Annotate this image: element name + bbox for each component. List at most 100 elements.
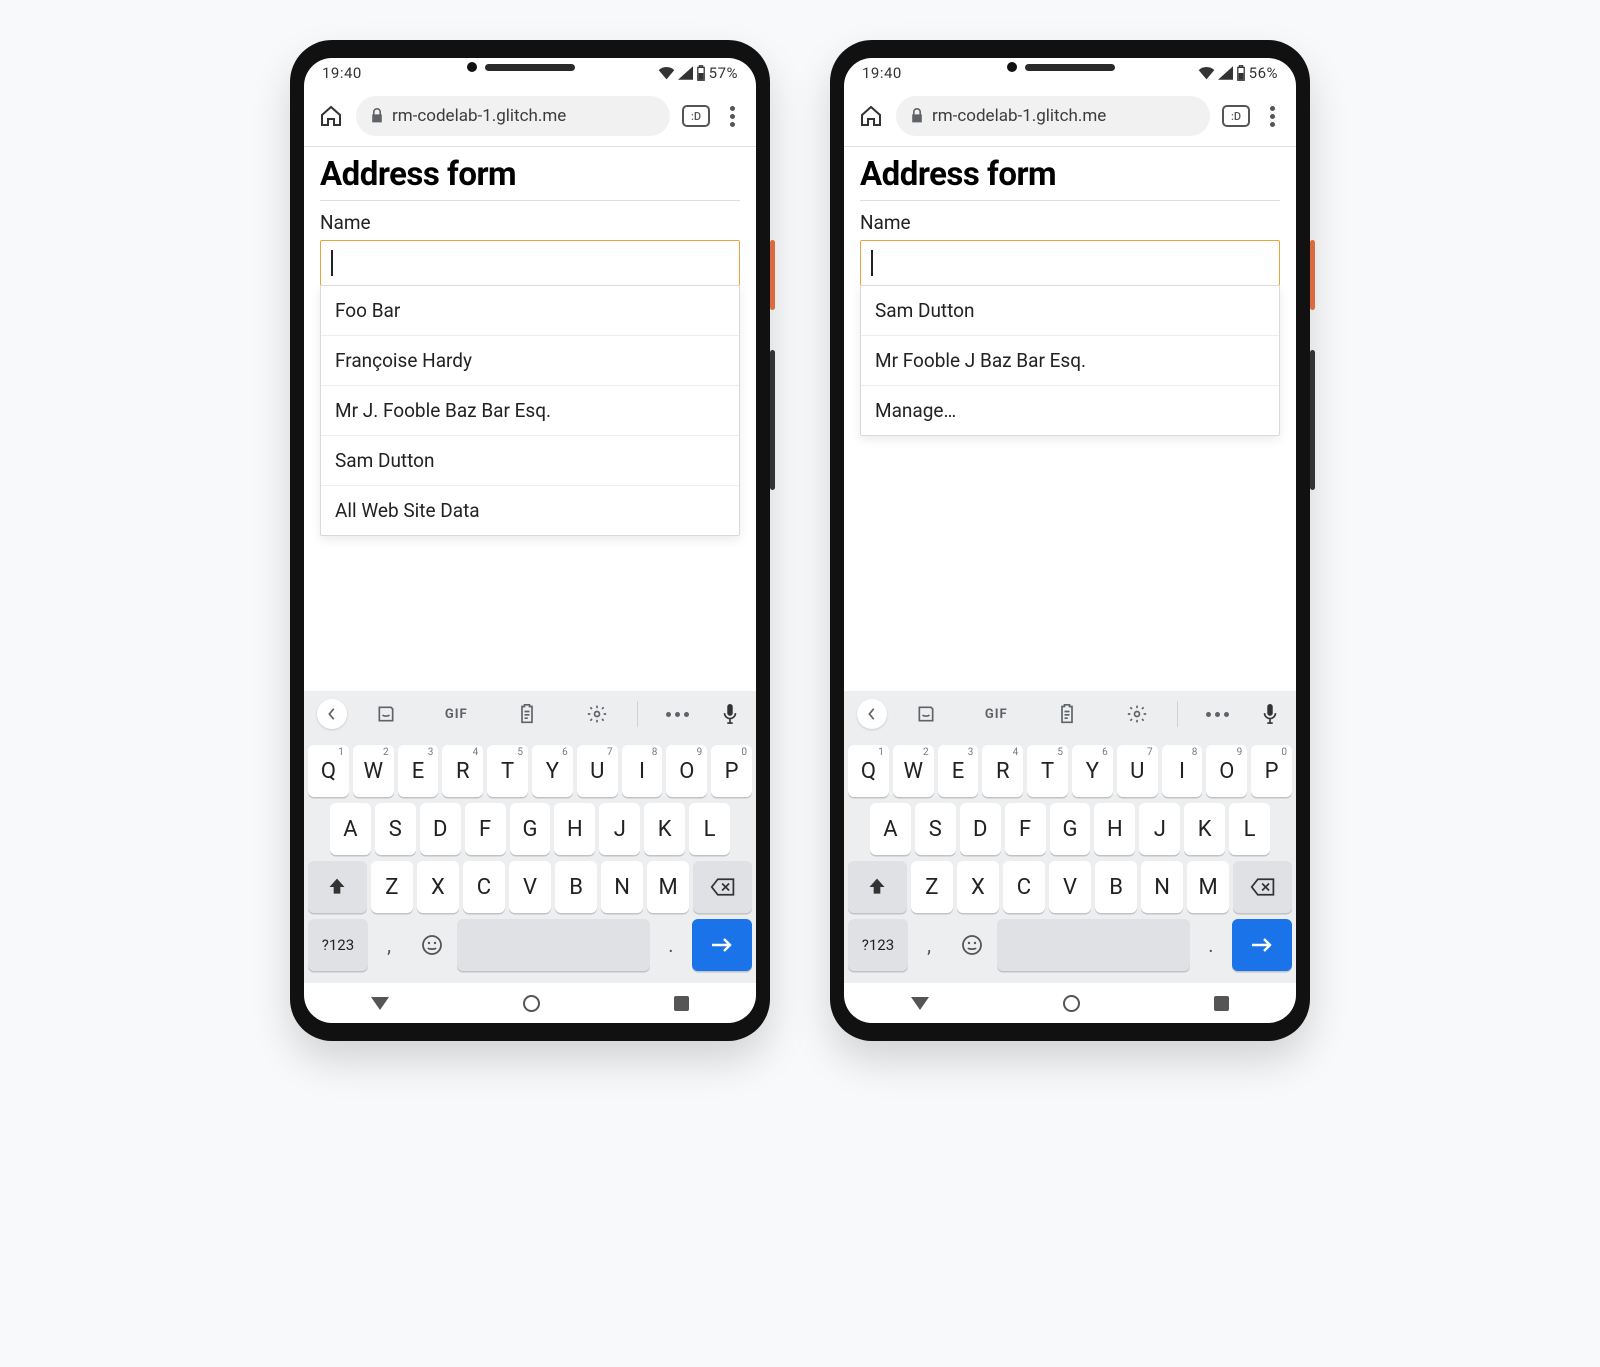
kb-emoji-key[interactable] [410, 919, 453, 971]
home-button[interactable] [318, 103, 344, 129]
autofill-manage[interactable]: Manage… [861, 386, 1279, 435]
kb-clipboard-button[interactable] [492, 704, 560, 724]
nav-recent-button[interactable] [1214, 996, 1229, 1011]
kb-comma-key[interactable]: , [912, 919, 946, 971]
kb-more-button[interactable] [644, 712, 712, 717]
kb-key-h[interactable]: H [1094, 803, 1135, 855]
kb-period-key[interactable]: . [654, 919, 688, 971]
kb-key-e[interactable]: E3 [398, 745, 439, 797]
kb-key-c[interactable]: C [463, 861, 505, 913]
kb-key-b[interactable]: B [1095, 861, 1137, 913]
nav-home-button[interactable] [523, 995, 540, 1012]
nav-recent-button[interactable] [674, 996, 689, 1011]
kb-key-f[interactable]: F [465, 803, 506, 855]
kb-space-key[interactable] [457, 919, 650, 971]
kb-key-p[interactable]: P0 [711, 745, 752, 797]
kb-key-l[interactable]: L [1229, 803, 1270, 855]
kb-shift-key[interactable] [848, 861, 907, 913]
kb-key-l[interactable]: L [689, 803, 730, 855]
kb-gif-button[interactable]: GIF [422, 707, 490, 722]
kb-key-p[interactable]: P0 [1251, 745, 1292, 797]
kb-key-g[interactable]: G [510, 803, 551, 855]
nav-back-button[interactable] [911, 997, 929, 1010]
kb-key-x[interactable]: X [957, 861, 999, 913]
menu-button[interactable] [1262, 106, 1282, 127]
kb-comma-key[interactable]: , [372, 919, 406, 971]
kb-sticker-button[interactable] [352, 704, 420, 724]
kb-key-r[interactable]: R4 [982, 745, 1023, 797]
power-button[interactable] [770, 240, 775, 310]
kb-key-e[interactable]: E3 [938, 745, 979, 797]
kb-more-button[interactable] [1184, 712, 1252, 717]
kb-key-h[interactable]: H [554, 803, 595, 855]
kb-key-d[interactable]: D [420, 803, 461, 855]
kb-space-key[interactable] [997, 919, 1190, 971]
kb-key-u[interactable]: U7 [577, 745, 618, 797]
autofill-suggestion[interactable]: Mr Fooble J Baz Bar Esq. [861, 336, 1279, 386]
kb-key-m[interactable]: M [1187, 861, 1229, 913]
kb-key-c[interactable]: C [1003, 861, 1045, 913]
autofill-suggestion[interactable]: Françoise Hardy [321, 336, 739, 386]
autofill-suggestion[interactable]: Foo Bar [321, 286, 739, 336]
kb-key-m[interactable]: M [647, 861, 689, 913]
kb-key-t[interactable]: T5 [1027, 745, 1068, 797]
kb-key-b[interactable]: B [555, 861, 597, 913]
kb-sticker-button[interactable] [892, 704, 960, 724]
autofill-suggestion[interactable]: Mr J. Fooble Baz Bar Esq. [321, 386, 739, 436]
kb-symbols-key[interactable]: ?123 [848, 919, 908, 971]
kb-mic-button[interactable] [1254, 704, 1286, 724]
kb-key-o[interactable]: O9 [666, 745, 707, 797]
kb-key-v[interactable]: V [509, 861, 551, 913]
name-input[interactable] [320, 240, 740, 286]
kb-settings-button[interactable] [1103, 704, 1171, 724]
kb-key-d[interactable]: D [960, 803, 1001, 855]
nav-back-button[interactable] [371, 997, 389, 1010]
kb-key-z[interactable]: Z [911, 861, 953, 913]
kb-enter-key[interactable] [1232, 919, 1292, 971]
autofill-suggestion[interactable]: All Web Site Data [321, 486, 739, 535]
url-bar[interactable]: rm-codelab-1.glitch.me [356, 96, 670, 136]
kb-collapse-button[interactable] [314, 699, 350, 729]
kb-key-a[interactable]: A [330, 803, 371, 855]
kb-key-w[interactable]: W2 [893, 745, 934, 797]
kb-symbols-key[interactable]: ?123 [308, 919, 368, 971]
kb-emoji-key[interactable] [950, 919, 993, 971]
kb-key-o[interactable]: O9 [1206, 745, 1247, 797]
kb-key-t[interactable]: T5 [487, 745, 528, 797]
kb-key-s[interactable]: S [375, 803, 416, 855]
kb-key-f[interactable]: F [1005, 803, 1046, 855]
kb-key-i[interactable]: I8 [1162, 745, 1203, 797]
kb-shift-key[interactable] [308, 861, 367, 913]
kb-key-n[interactable]: N [601, 861, 643, 913]
volume-button[interactable] [770, 350, 775, 490]
kb-key-q[interactable]: Q1 [308, 745, 349, 797]
kb-key-w[interactable]: W2 [353, 745, 394, 797]
url-bar[interactable]: rm-codelab-1.glitch.me [896, 96, 1210, 136]
kb-enter-key[interactable] [692, 919, 752, 971]
kb-key-a[interactable]: A [870, 803, 911, 855]
kb-mic-button[interactable] [714, 704, 746, 724]
kb-collapse-button[interactable] [854, 699, 890, 729]
kb-key-j[interactable]: J [599, 803, 640, 855]
kb-key-z[interactable]: Z [371, 861, 413, 913]
home-button[interactable] [858, 103, 884, 129]
kb-key-g[interactable]: G [1050, 803, 1091, 855]
kb-key-v[interactable]: V [1049, 861, 1091, 913]
tab-switcher-button[interactable]: :D [1222, 105, 1250, 127]
nav-home-button[interactable] [1063, 995, 1080, 1012]
kb-key-y[interactable]: Y6 [1072, 745, 1113, 797]
kb-key-y[interactable]: Y6 [532, 745, 573, 797]
tab-switcher-button[interactable]: :D [682, 105, 710, 127]
kb-key-k[interactable]: K [644, 803, 685, 855]
power-button[interactable] [1310, 240, 1315, 310]
kb-period-key[interactable]: . [1194, 919, 1228, 971]
name-input[interactable] [860, 240, 1280, 286]
kb-key-n[interactable]: N [1141, 861, 1183, 913]
kb-settings-button[interactable] [563, 704, 631, 724]
kb-key-s[interactable]: S [915, 803, 956, 855]
kb-key-r[interactable]: R4 [442, 745, 483, 797]
kb-key-j[interactable]: J [1139, 803, 1180, 855]
kb-key-u[interactable]: U7 [1117, 745, 1158, 797]
kb-backspace-key[interactable] [693, 861, 752, 913]
autofill-suggestion[interactable]: Sam Dutton [321, 436, 739, 486]
